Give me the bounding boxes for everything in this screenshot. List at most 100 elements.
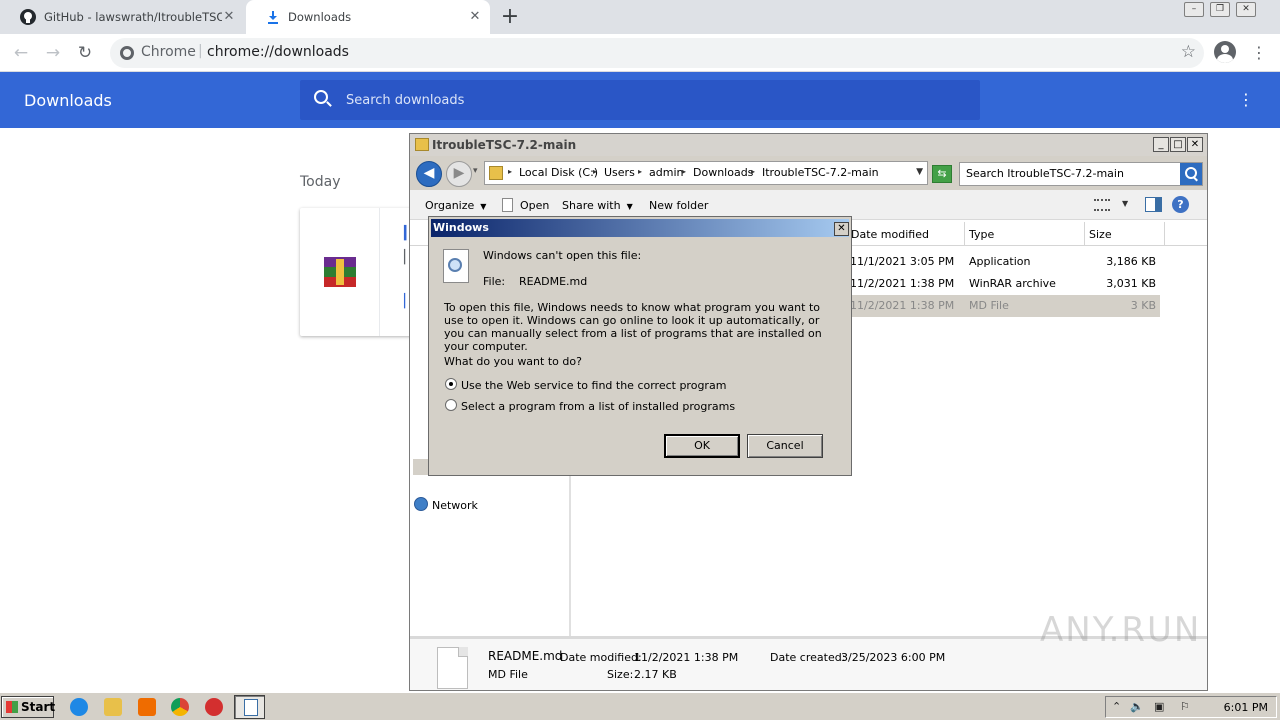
nav-pane-scrollbar[interactable] xyxy=(413,459,429,475)
explorer-search-box[interactable] xyxy=(959,162,1203,186)
open-button[interactable]: Open xyxy=(520,199,549,212)
file-type: MD File xyxy=(969,299,1009,312)
file-row[interactable]: 11/1/2021 3:05 PM Application 3,186 KB xyxy=(846,251,1160,273)
breadcrumb-admin[interactable]: admin xyxy=(649,166,683,179)
dialog-close-button[interactable]: ✕ xyxy=(834,222,849,236)
github-icon xyxy=(20,9,36,25)
recent-pages-dropdown-icon[interactable]: ▾ xyxy=(473,166,478,176)
address-url[interactable]: chrome://downloads xyxy=(207,44,349,60)
radio-web-service-label[interactable]: Use the Web service to find the correct … xyxy=(461,379,726,392)
breadcrumb-arrow-icon[interactable]: ▸ xyxy=(638,167,642,176)
preview-pane-icon[interactable] xyxy=(1145,197,1162,212)
watermark-logo: ANY.RUN xyxy=(1040,610,1202,650)
nav-item-network[interactable]: Network xyxy=(414,497,478,512)
dialog-titlebar[interactable]: Windows ✕ xyxy=(431,219,849,237)
bookmark-star-icon[interactable]: ☆ xyxy=(1181,42,1196,62)
maximize-button[interactable]: □ xyxy=(1170,137,1186,152)
organize-button[interactable]: Organize ▼ xyxy=(425,199,486,212)
breadcrumb-arrow-icon[interactable]: ▸ xyxy=(751,167,755,176)
column-type[interactable]: Type xyxy=(964,222,1084,246)
flag-icon[interactable]: ⚐ xyxy=(1180,700,1190,713)
search-icon xyxy=(314,90,328,104)
toolbar: ← → ↻ Chrome | chrome://downloads ☆ ⋮ xyxy=(0,34,1280,72)
opera-icon[interactable] xyxy=(205,698,223,716)
file-row[interactable]: 11/2/2021 1:38 PM WinRAR archive 3,031 K… xyxy=(846,273,1160,295)
address-dropdown-icon[interactable]: ▼ xyxy=(916,167,923,177)
new-tab-button[interactable]: + xyxy=(498,4,522,30)
close-tab-icon[interactable]: ✕ xyxy=(220,8,238,26)
search-input[interactable] xyxy=(346,91,946,109)
more-actions-icon[interactable]: ⋮ xyxy=(1238,88,1254,112)
reload-icon[interactable]: ↻ xyxy=(72,40,98,66)
file-size: 3,186 KB xyxy=(1106,255,1156,268)
column-date-modified[interactable]: Date modified xyxy=(846,222,964,246)
share-with-label: Share with xyxy=(562,199,621,212)
browser-tab-strip: GitHub - lawswrath/ItroubleTSC-7.2-main … xyxy=(0,0,1280,34)
address-bar[interactable]: Chrome | chrome://downloads ☆ xyxy=(110,38,1204,68)
breadcrumb-local-disk[interactable]: Local Disk (C:) xyxy=(519,166,598,179)
tab-title: GitHub - lawswrath/ItroubleTSC-7.2-main xyxy=(44,10,222,24)
radio-web-service[interactable] xyxy=(445,378,457,390)
breadcrumb[interactable]: ▸ Local Disk (C:) ▸ Users ▸ admin ▸ Down… xyxy=(484,161,928,185)
profile-avatar-icon[interactable] xyxy=(1214,41,1236,63)
breadcrumb-arrow-icon[interactable]: ▸ xyxy=(508,167,512,176)
restore-window-button[interactable]: ❐ xyxy=(1210,2,1230,17)
new-folder-button[interactable]: New folder xyxy=(649,199,708,212)
folder-icon xyxy=(415,138,429,151)
address-scheme: Chrome xyxy=(141,44,196,60)
breadcrumb-users[interactable]: Users xyxy=(604,166,635,179)
forward-icon[interactable]: → xyxy=(40,40,66,66)
downloads-search[interactable] xyxy=(300,80,980,120)
close-button[interactable]: ✕ xyxy=(1187,137,1203,152)
chrome-icon[interactable] xyxy=(171,698,189,716)
cancel-button[interactable]: Cancel xyxy=(747,434,823,458)
details-date-created-label: Date created: xyxy=(770,651,846,664)
more-menu-icon[interactable]: ⋮ xyxy=(1250,41,1268,65)
explorer-search-input[interactable] xyxy=(966,167,1176,180)
breadcrumb-downloads[interactable]: Downloads xyxy=(693,166,753,179)
close-window-button[interactable]: ✕ xyxy=(1236,2,1256,17)
breadcrumb-arrow-icon[interactable]: ▸ xyxy=(682,167,686,176)
tab-github[interactable]: GitHub - lawswrath/ItroubleTSC-7.2-main … xyxy=(0,0,244,34)
tab-downloads[interactable]: Downloads ✕ xyxy=(246,0,490,34)
start-button[interactable]: Start xyxy=(1,696,55,718)
page-title: Downloads xyxy=(24,91,112,110)
radio-select-program-label[interactable]: Select a program from a list of installe… xyxy=(461,400,735,413)
search-icon[interactable] xyxy=(1180,163,1202,185)
explorer-title: ItroubleTSC-7.2-main xyxy=(432,138,577,152)
file-row-selected[interactable]: 11/2/2021 1:38 PM MD File 3 KB xyxy=(846,295,1160,317)
breadcrumb-current-folder[interactable]: ItroubleTSC-7.2-main xyxy=(762,166,879,179)
forward-arrow-icon[interactable]: ▶ xyxy=(446,161,472,187)
ok-button[interactable]: OK xyxy=(664,434,740,458)
volume-icon[interactable]: 🔈 xyxy=(1130,700,1144,713)
minimize-button[interactable]: _ xyxy=(1153,137,1169,152)
organize-label: Organize xyxy=(425,199,475,212)
more-options-dropdown-icon[interactable]: ▼ xyxy=(1122,199,1128,208)
back-arrow-icon[interactable]: ◀ xyxy=(416,161,442,187)
back-icon[interactable]: ← xyxy=(8,40,34,66)
column-extra[interactable] xyxy=(1164,222,1207,246)
system-tray: ⌃ 🔈 ▣ ⚐ 6:01 PM xyxy=(1105,696,1277,718)
close-tab-icon[interactable]: ✕ xyxy=(466,8,484,26)
change-view-icon[interactable] xyxy=(1094,199,1110,211)
file-type: WinRAR archive xyxy=(969,277,1056,290)
show-hidden-icons-icon[interactable]: ⌃ xyxy=(1112,700,1121,713)
network-tray-icon[interactable]: ▣ xyxy=(1154,700,1164,713)
explorer-icon[interactable] xyxy=(104,698,122,716)
media-player-icon[interactable] xyxy=(138,698,156,716)
network-icon xyxy=(414,497,428,511)
share-with-button[interactable]: Share with ▼ xyxy=(562,199,633,212)
explorer-titlebar[interactable]: ItroubleTSC-7.2-main _ □ ✕ xyxy=(410,134,1207,156)
ie-icon[interactable] xyxy=(70,698,88,716)
column-size[interactable]: Size xyxy=(1084,222,1164,246)
dialog-description: To open this file, Windows needs to know… xyxy=(444,301,822,353)
details-file-name: README.md xyxy=(488,649,563,663)
help-icon[interactable]: ? xyxy=(1172,196,1189,213)
notepad-icon[interactable] xyxy=(234,695,265,719)
refresh-icon[interactable]: ⇆ xyxy=(932,165,952,183)
minimize-window-button[interactable]: – xyxy=(1184,2,1204,17)
tab-title: Downloads xyxy=(288,10,352,24)
breadcrumb-arrow-icon[interactable]: ▸ xyxy=(593,167,597,176)
radio-select-program[interactable] xyxy=(445,399,457,411)
file-search-icon xyxy=(443,249,469,283)
